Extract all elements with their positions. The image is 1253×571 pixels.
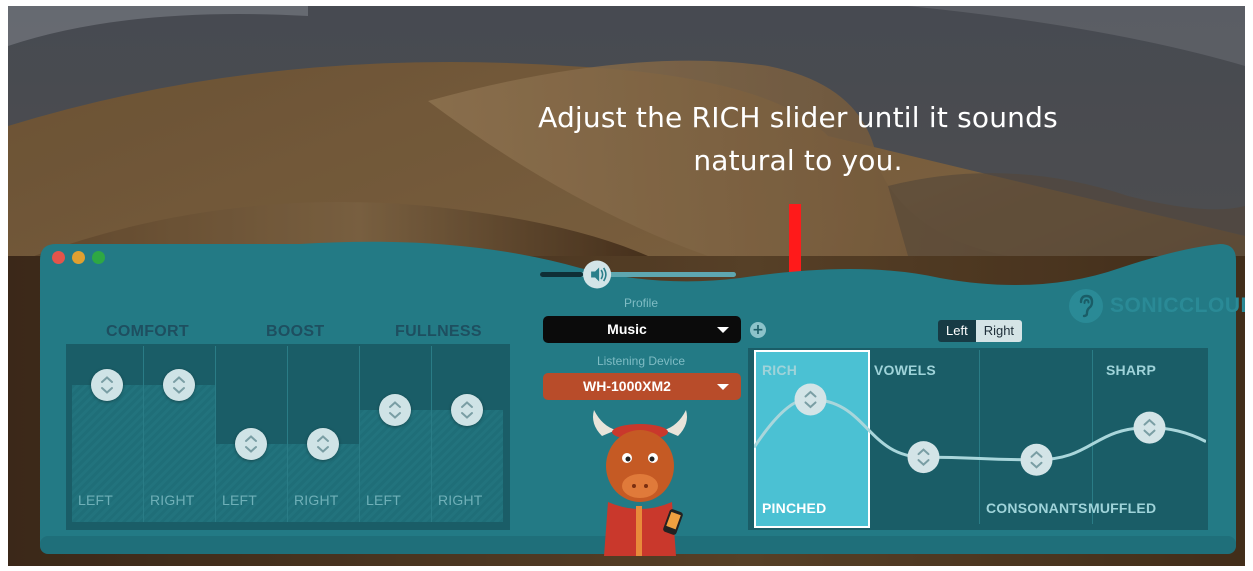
slider-knob[interactable] xyxy=(451,393,483,426)
profile-label: Profile xyxy=(623,296,658,310)
window-maximize-button[interactable] xyxy=(92,251,105,264)
slider-label-right: RIGHT xyxy=(438,492,483,508)
instruction-caption: Adjust the RICH slider until it sounds n… xyxy=(538,101,1058,177)
group-title-boost: BOOST xyxy=(266,323,325,340)
chevron-down-icon xyxy=(717,384,729,390)
listening-device-select[interactable]: WH-1000XM2 xyxy=(543,373,741,400)
eq-label-muffled: MUFFLED xyxy=(1088,500,1157,516)
eq-knob-3[interactable] xyxy=(1020,443,1053,476)
volume-slider[interactable] xyxy=(540,260,740,290)
eq-knob-1[interactable] xyxy=(794,383,827,416)
slider-knob[interactable] xyxy=(163,368,195,401)
slider-knob[interactable] xyxy=(379,393,411,426)
ear-toggle-left-button[interactable]: Left xyxy=(938,320,976,342)
profile-select[interactable]: Music xyxy=(543,316,741,343)
boost-left-slider[interactable]: LEFT xyxy=(216,346,288,522)
bull-mascot-icon xyxy=(593,410,687,556)
screenshot-stage: Adjust the RICH slider until it sounds n… xyxy=(8,6,1245,566)
comfort-right-slider[interactable]: RIGHT xyxy=(144,346,216,522)
fullness-left-slider[interactable]: LEFT xyxy=(360,346,432,522)
eq-label-vowels: VOWELS xyxy=(874,362,936,378)
ear-toggle: Left Right xyxy=(938,320,1023,342)
eq-label-sharp: SHARP xyxy=(1106,362,1157,378)
slider-knob[interactable] xyxy=(235,428,267,460)
slider-label-left: LEFT xyxy=(222,492,258,508)
group-title-fullness: FULLNESS xyxy=(395,323,482,340)
fullness-right-slider[interactable]: RIGHT xyxy=(432,346,503,522)
window-minimize-button[interactable] xyxy=(72,251,85,264)
slider-knob[interactable] xyxy=(307,428,339,460)
boost-slider-panel: LEFT RIGHT LEFT RIGHT LEFT RIGHT xyxy=(72,346,510,531)
boost-right-slider[interactable]: RIGHT xyxy=(288,346,360,522)
eq-knob-2[interactable] xyxy=(907,441,940,474)
eq-knob-4[interactable] xyxy=(1133,411,1166,444)
volume-knob[interactable] xyxy=(583,260,612,289)
eq-label-rich: RICH xyxy=(762,362,798,378)
ear-icon xyxy=(1069,289,1103,323)
brand-name: SONICCLOUD xyxy=(1110,294,1245,317)
slider-knob[interactable] xyxy=(91,368,123,401)
listening-device-label: Listening Device xyxy=(596,354,686,368)
eq-label-pinched: PINCHED xyxy=(762,500,827,516)
add-profile-button[interactable]: + xyxy=(750,322,766,338)
group-title-comfort: COMFORT xyxy=(106,323,189,340)
window-close-button[interactable] xyxy=(52,251,65,264)
listening-device-value: WH-1000XM2 xyxy=(583,378,671,394)
profile-value: Music xyxy=(607,321,647,337)
sonic-cloud-window: COMFORT BOOST FULLNESS LEFT RIGHT LEFT R… xyxy=(40,238,1245,556)
slider-label-left: LEFT xyxy=(78,492,114,508)
eq-panel: RICH PINCHED VOWELS CONSONANTS SHARP MUF… xyxy=(754,350,1206,530)
chevron-down-icon xyxy=(717,327,729,333)
comfort-left-slider[interactable]: LEFT xyxy=(72,346,144,522)
slider-label-right: RIGHT xyxy=(150,492,195,508)
ear-toggle-right-button[interactable]: Right xyxy=(975,320,1023,342)
slider-label-right: RIGHT xyxy=(294,492,339,508)
eq-label-consonants: CONSONANTS xyxy=(986,500,1088,516)
slider-label-left: LEFT xyxy=(366,492,402,508)
